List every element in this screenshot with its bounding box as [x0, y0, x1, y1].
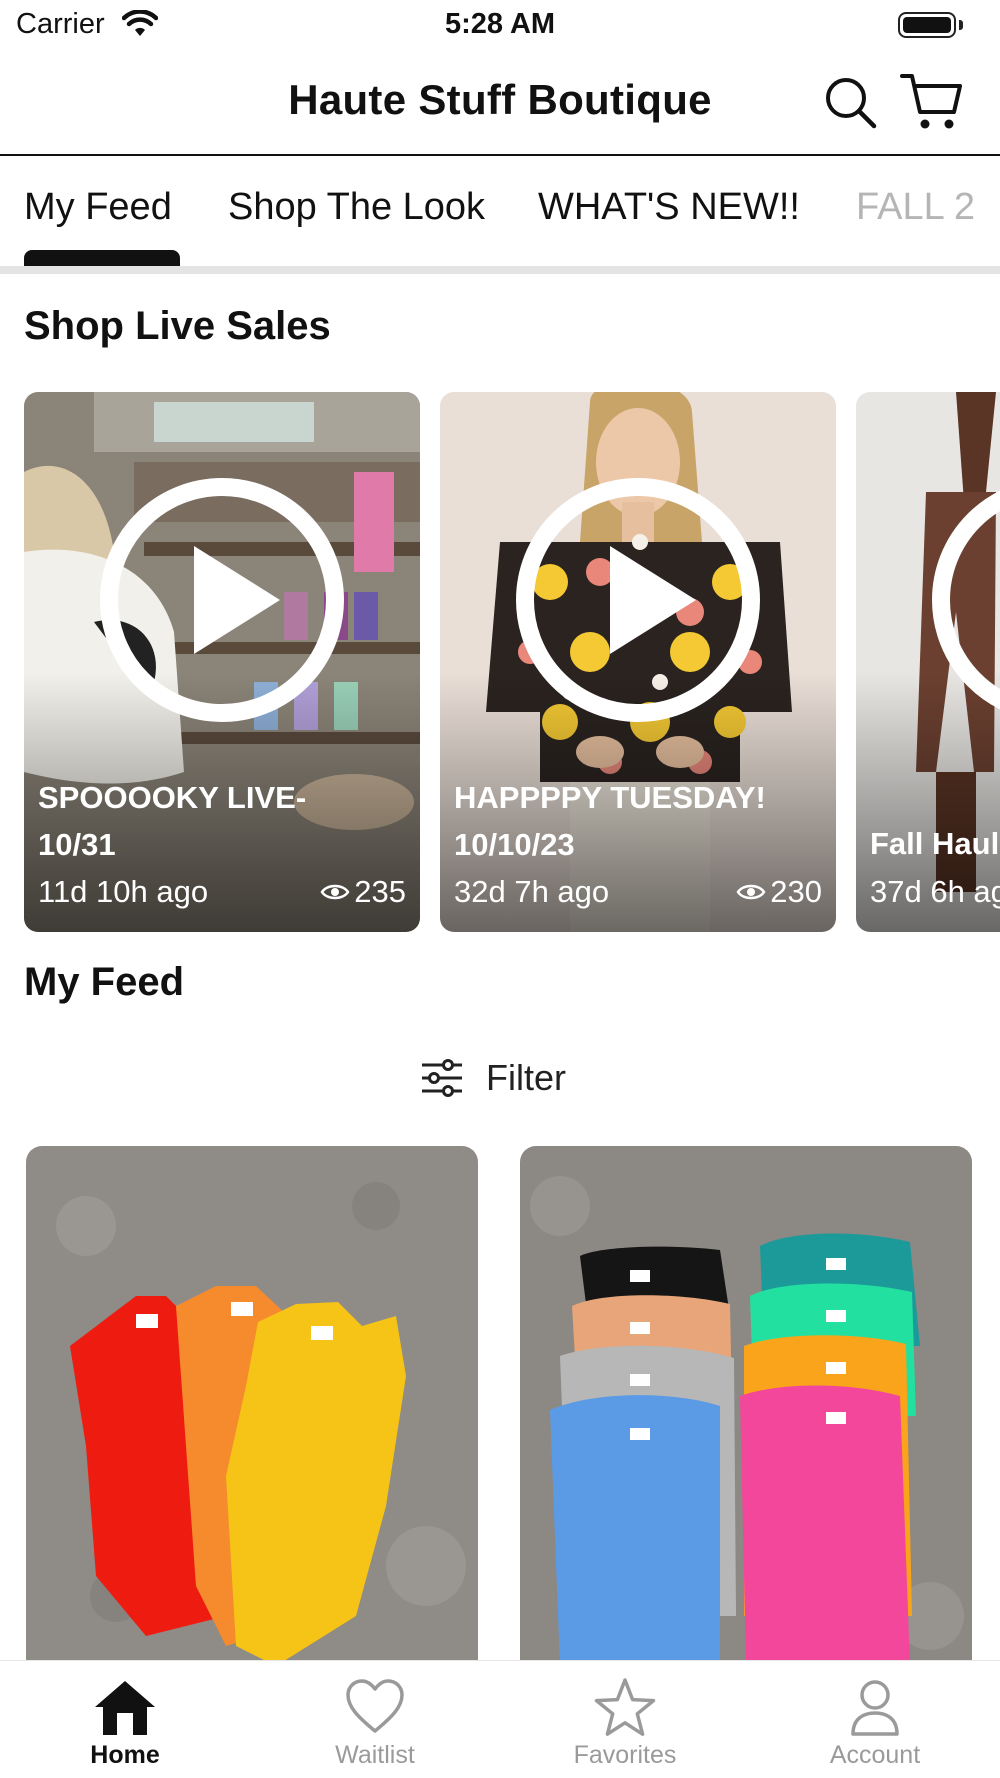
views-count: 235 — [354, 874, 406, 909]
search-icon — [826, 78, 877, 129]
play-icon — [194, 546, 280, 654]
nav-waitlist-label: Waitlist — [335, 1741, 415, 1769]
nav-account[interactable]: Account — [795, 1669, 955, 1777]
play-button[interactable] — [100, 478, 344, 722]
nav-waitlist[interactable]: Waitlist — [295, 1669, 455, 1777]
live-sale-views: 230 — [736, 874, 822, 910]
battery-nub — [959, 20, 963, 30]
live-sale-time: 11d 10h ago — [38, 874, 209, 909]
eye-icon — [736, 884, 766, 900]
heart-icon — [346, 1679, 404, 1733]
product-card[interactable] — [26, 1146, 478, 1666]
tabs-divider — [0, 266, 1000, 274]
live-sale-title: HAPPPPY TUESDAY! 10/10/23 — [454, 780, 766, 862]
battery-icon — [898, 12, 956, 38]
nav-home-label: Home — [90, 1741, 160, 1769]
filter-button[interactable]: Filter — [420, 1050, 566, 1106]
cart-button[interactable] — [898, 68, 962, 132]
status-time: 5:28 AM — [444, 8, 556, 40]
nav-favorites-label: Favorites — [573, 1741, 677, 1769]
eye-icon — [320, 884, 350, 900]
product-image — [520, 1146, 972, 1666]
live-sale-card[interactable]: HAPPPPY TUESDAY! 10/10/23 32d 7h ago 230 — [440, 392, 836, 932]
play-icon — [610, 546, 696, 654]
search-button[interactable] — [822, 68, 878, 132]
live-sale-title: SPOOOOKY LIVE- 10/31 — [38, 780, 307, 862]
header: Haute Stuff Boutique — [0, 52, 1000, 156]
product-image — [26, 1146, 478, 1666]
nav-account-label: Account — [829, 1741, 921, 1769]
cart-icon — [900, 74, 962, 129]
person-icon — [851, 1680, 899, 1736]
filter-sliders-icon — [422, 1059, 462, 1097]
home-icon — [95, 1681, 155, 1735]
tab-active-indicator — [24, 250, 180, 266]
live-sale-title: Fall Haul — [870, 826, 1000, 861]
tab-shop-the-look[interactable]: Shop The Look — [228, 186, 485, 229]
live-sales-heading: Shop Live Sales — [24, 304, 331, 348]
live-sale-time: 32d 7h ago — [454, 874, 610, 909]
live-sale-card[interactable]: Fall Haul 37d 6h ago — [856, 392, 1000, 932]
tab-my-feed[interactable]: My Feed — [24, 186, 172, 229]
bottom-tab-bar: Home Waitlist Favorites Account — [0, 1660, 1000, 1778]
tab-whats-new[interactable]: WHAT'S NEW!! — [538, 186, 800, 229]
live-sales-carousel[interactable]: SPOOOOKY LIVE- 10/31 11d 10h ago 235 HAP… — [0, 392, 1000, 932]
nav-favorites[interactable]: Favorites — [545, 1669, 705, 1777]
tab-fall[interactable]: FALL 2 — [856, 186, 975, 229]
live-sale-views: 235 — [320, 874, 406, 910]
star-icon — [594, 1678, 656, 1736]
nav-home[interactable]: Home — [45, 1669, 205, 1777]
live-sale-card[interactable]: SPOOOOKY LIVE- 10/31 11d 10h ago 235 — [24, 392, 420, 932]
product-card[interactable] — [520, 1146, 972, 1666]
filter-label: Filter — [486, 1057, 566, 1098]
status-bar: Carrier 5:28 AM — [0, 0, 1000, 52]
category-tabs: My Feed Shop The Look WHAT'S NEW!! FALL … — [0, 158, 1000, 274]
views-count: 230 — [770, 874, 822, 909]
my-feed-heading: My Feed — [24, 960, 185, 1004]
live-sale-time: 37d 6h ago — [870, 874, 1000, 909]
play-button[interactable] — [516, 478, 760, 722]
